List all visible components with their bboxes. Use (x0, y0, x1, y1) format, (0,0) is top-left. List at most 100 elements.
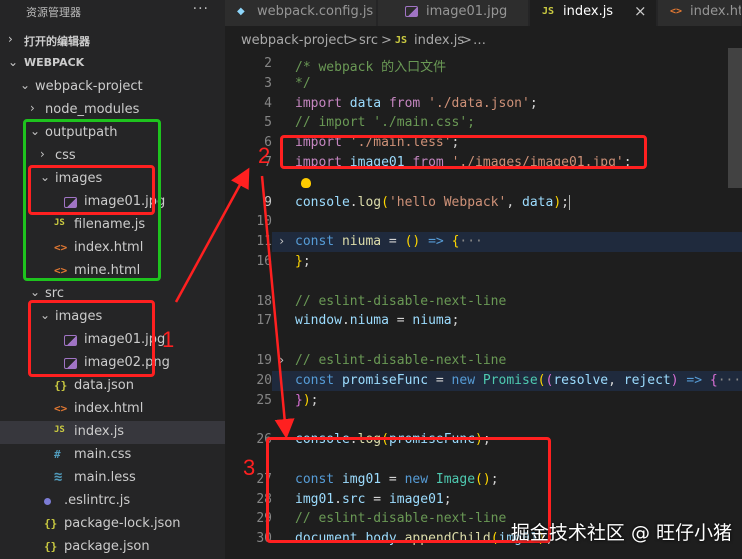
tab-index-js[interactable]: JS index.js × (530, 0, 657, 26)
code-token: 'hello Webpack' (388, 194, 507, 210)
code-token: // eslint-disable-next-line (295, 293, 507, 309)
open-editors-section[interactable]: › 打开的编辑器 (0, 29, 225, 51)
tree-file[interactable]: {} package-lock.json (0, 513, 225, 536)
breadcrumb-folder[interactable]: src (359, 33, 378, 48)
line-number: 10 (256, 214, 272, 230)
close-icon[interactable]: × (634, 2, 647, 20)
code-token: ; (561, 194, 569, 210)
code-line[interactable]: const niuma = () => {··· (295, 234, 483, 249)
tree-file[interactable]: ≋ main.less (0, 467, 225, 490)
explorer-title: 资源管理器 (26, 6, 81, 19)
tree-folder[interactable]: ⌄ webpack-project (0, 76, 225, 99)
line-number: 3 (264, 75, 272, 91)
annotation-label-3: 3 (243, 455, 256, 480)
code-line[interactable]: */ (295, 76, 311, 91)
code-token: = (388, 313, 413, 329)
breadcrumb-project[interactable]: webpack-project (241, 33, 349, 48)
code-token: Promise (482, 372, 538, 388)
tree-label: main.less (74, 470, 136, 485)
line-number: 11 (256, 234, 272, 250)
code-token: import (295, 95, 342, 111)
code-line[interactable]: // eslint-disable-next-line (295, 294, 506, 309)
code-token: resolve (553, 372, 609, 388)
lightbulb-icon[interactable] (301, 177, 311, 188)
code-line[interactable]: window.niuma = niuma; (295, 313, 459, 328)
line-number: 25 (256, 392, 272, 408)
code-token: niuma (349, 313, 389, 329)
workspace-section[interactable]: ⌄ WEBPACK (0, 52, 225, 74)
tree-file[interactable]: # main.css (0, 444, 225, 467)
html-file-icon: <> (54, 402, 68, 415)
tab-image01[interactable]: image01.jpg (378, 0, 529, 26)
fold-chevron-icon[interactable]: › (278, 234, 285, 248)
code-token: reject (623, 372, 671, 388)
code-token: data (522, 194, 554, 210)
code-token: ( (381, 194, 389, 210)
tree-file[interactable]: {} data.json (0, 375, 225, 398)
code-line[interactable]: const promiseFunc = new Promise((resolve… (295, 373, 741, 388)
fold-chevron-icon[interactable]: › (278, 353, 285, 367)
tree-label: src (45, 286, 64, 301)
code-token: ; (310, 392, 319, 408)
tree-file[interactable]: <> index.html (0, 398, 225, 421)
tree-label: index.html (74, 401, 144, 416)
tree-file[interactable]: {} package.json (0, 536, 225, 559)
code-line[interactable]: console.log('hello Webpack', data); (295, 194, 570, 210)
tab-label: index.js (563, 4, 614, 19)
breadcrumb-symbol[interactable]: … (473, 33, 486, 48)
code-token: } (295, 254, 303, 269)
tree-label: package.json (64, 539, 150, 554)
tab-webpack-config[interactable]: ◆ webpack.config.js (225, 0, 377, 26)
import-image-highlight (280, 135, 647, 169)
tree-label: node_modules (45, 102, 140, 117)
html-icon: <> (670, 6, 683, 17)
code-line[interactable]: // import './main.css'; (295, 115, 475, 130)
json-file-icon: {} (54, 379, 68, 392)
line-number: 5 (264, 115, 272, 131)
code-token: const (295, 372, 335, 388)
annotation-label-2: 2 (258, 143, 271, 168)
code-line[interactable]: // eslint-disable-next-line (295, 353, 506, 368)
code-token: from (388, 95, 421, 111)
tab-label: index.html (690, 4, 741, 19)
code-token: log (357, 194, 382, 210)
breadcrumb-file[interactable]: index.js (414, 33, 464, 48)
code-line[interactable]: import data from './data.json'; (295, 96, 538, 111)
editor-scrollbar[interactable] (728, 48, 742, 188)
code-token: const (295, 234, 335, 250)
line-number: 28 (256, 491, 272, 507)
tree-file[interactable]: JS index.js (0, 421, 225, 444)
code-token: // eslint-disable-next-line (295, 353, 507, 368)
code-token: ) (302, 392, 311, 408)
code-token: , (608, 372, 624, 388)
line-number: 2 (264, 56, 272, 71)
chevron-right-icon: › (8, 32, 13, 46)
annotation-label-1: 1 (162, 327, 175, 352)
code-token: ; (529, 95, 538, 111)
json-file-icon: {} (44, 517, 58, 530)
output-images-highlight (28, 165, 155, 215)
code-token: ··· (717, 372, 742, 388)
code-line[interactable]: }; (295, 254, 311, 269)
more-actions-icon[interactable]: ··· (193, 1, 209, 17)
text-cursor (568, 194, 570, 210)
line-number: 9 (264, 194, 272, 210)
js-icon: JS (542, 6, 555, 17)
code-token: , (506, 194, 522, 210)
tree-file[interactable]: .eslintrc.js (0, 490, 225, 513)
code-line[interactable]: /* webpack 的入口文件 (295, 56, 446, 75)
tab-index-html[interactable]: <> index.html (658, 0, 742, 26)
tab-label: webpack.config.js (257, 4, 374, 19)
tree-label: webpack-project (35, 79, 143, 94)
tree-label: .eslintrc.js (64, 493, 131, 508)
code-line[interactable]: }); (295, 393, 318, 408)
code-token: ) (670, 372, 679, 388)
open-editors-label: 打开的编辑器 (24, 35, 90, 48)
code-token: niuma (412, 313, 452, 329)
code-token: => (428, 234, 444, 250)
